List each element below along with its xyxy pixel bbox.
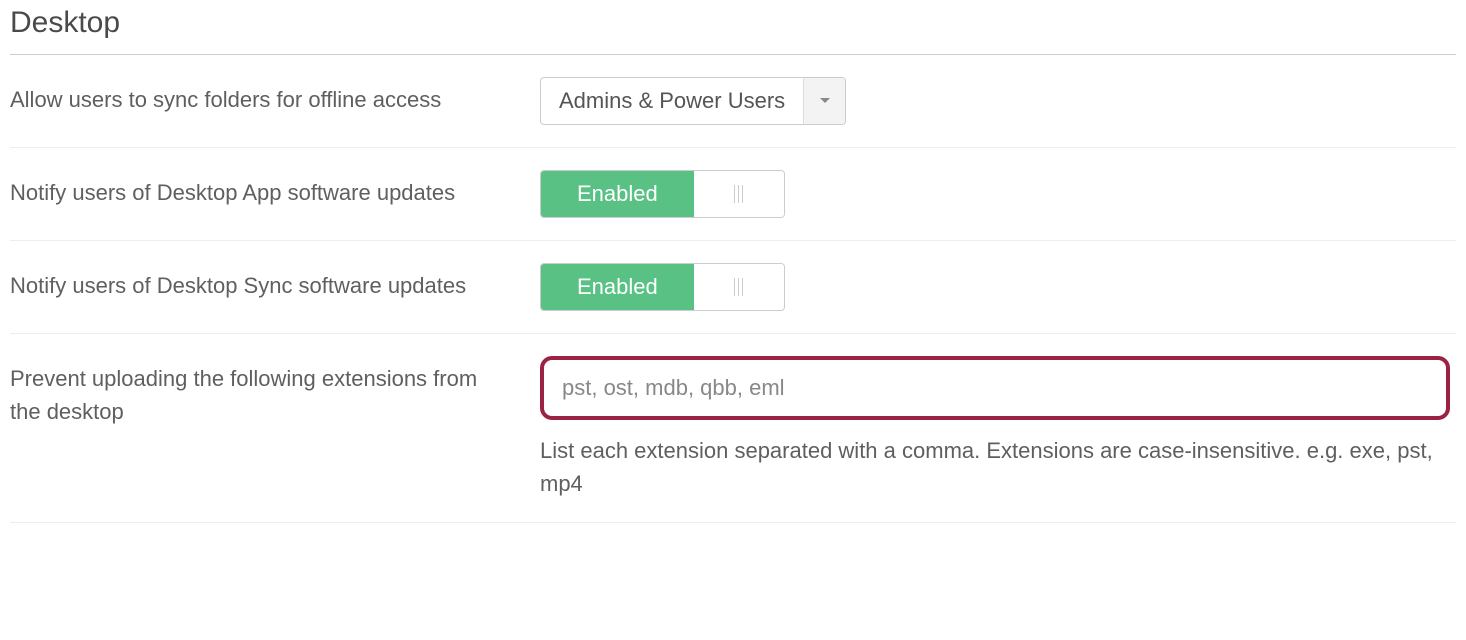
grip-icon <box>734 278 743 296</box>
setting-row-notify-app-updates: Notify users of Desktop App software upd… <box>10 148 1456 241</box>
setting-label: Prevent uploading the following extensio… <box>10 356 540 428</box>
grip-icon <box>734 185 743 203</box>
setting-row-prevent-extensions: Prevent uploading the following extensio… <box>10 334 1456 523</box>
setting-label: Notify users of Desktop Sync software up… <box>10 263 540 302</box>
toggle-handle <box>694 264 784 310</box>
toggle-state-label: Enabled <box>541 171 694 217</box>
prevent-extensions-help: List each extension separated with a com… <box>540 434 1450 500</box>
setting-label: Allow users to sync folders for offline … <box>10 77 540 116</box>
toggle-handle <box>694 171 784 217</box>
notify-app-updates-toggle[interactable]: Enabled <box>540 170 785 218</box>
notify-sync-updates-toggle[interactable]: Enabled <box>540 263 785 311</box>
setting-row-sync-offline: Allow users to sync folders for offline … <box>10 55 1456 148</box>
sync-offline-select[interactable]: Admins & Power Users <box>540 77 846 125</box>
toggle-state-label: Enabled <box>541 264 694 310</box>
prevent-extensions-input[interactable] <box>540 356 1450 420</box>
select-value: Admins & Power Users <box>541 88 803 114</box>
setting-row-notify-sync-updates: Notify users of Desktop Sync software up… <box>10 241 1456 334</box>
chevron-down-icon <box>803 78 845 124</box>
section-title: Desktop <box>10 6 1456 40</box>
setting-label: Notify users of Desktop App software upd… <box>10 170 540 209</box>
